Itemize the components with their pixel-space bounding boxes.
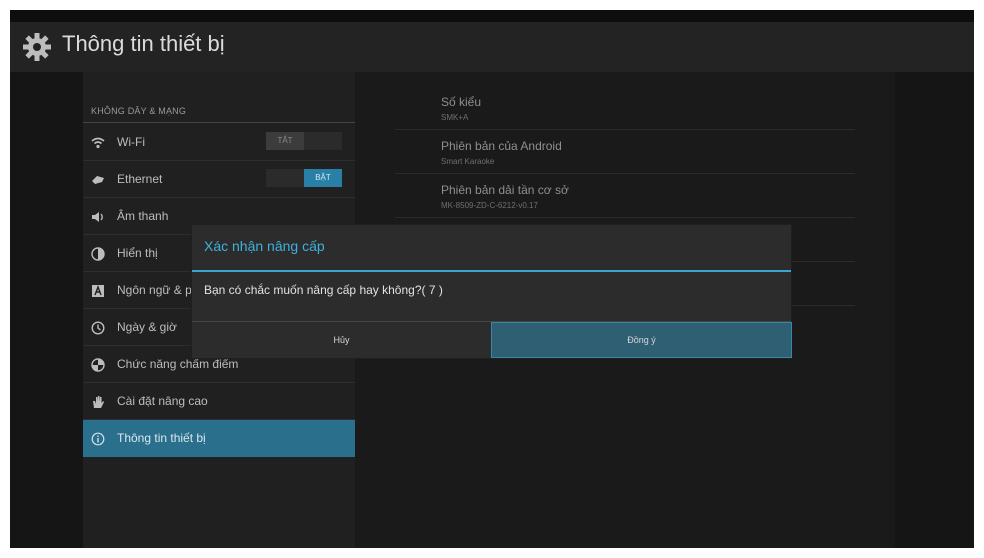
dialog-button-row: Hủy Đồng ý bbox=[192, 321, 792, 359]
cancel-button[interactable]: Hủy bbox=[192, 322, 491, 358]
dialog-message: Bạn có chắc muốn nâng cấp hay không?( 7 … bbox=[204, 283, 443, 297]
dialog-title-divider bbox=[192, 270, 791, 272]
upgrade-confirm-dialog: Xác nhận nâng cấp Bạn có chắc muốn nâng … bbox=[191, 224, 792, 359]
dialog-title: Xác nhận nâng cấp bbox=[204, 238, 325, 254]
confirm-button[interactable]: Đồng ý bbox=[491, 322, 792, 358]
dialog-layer: Xác nhận nâng cấp Bạn có chắc muốn nâng … bbox=[0, 0, 984, 558]
